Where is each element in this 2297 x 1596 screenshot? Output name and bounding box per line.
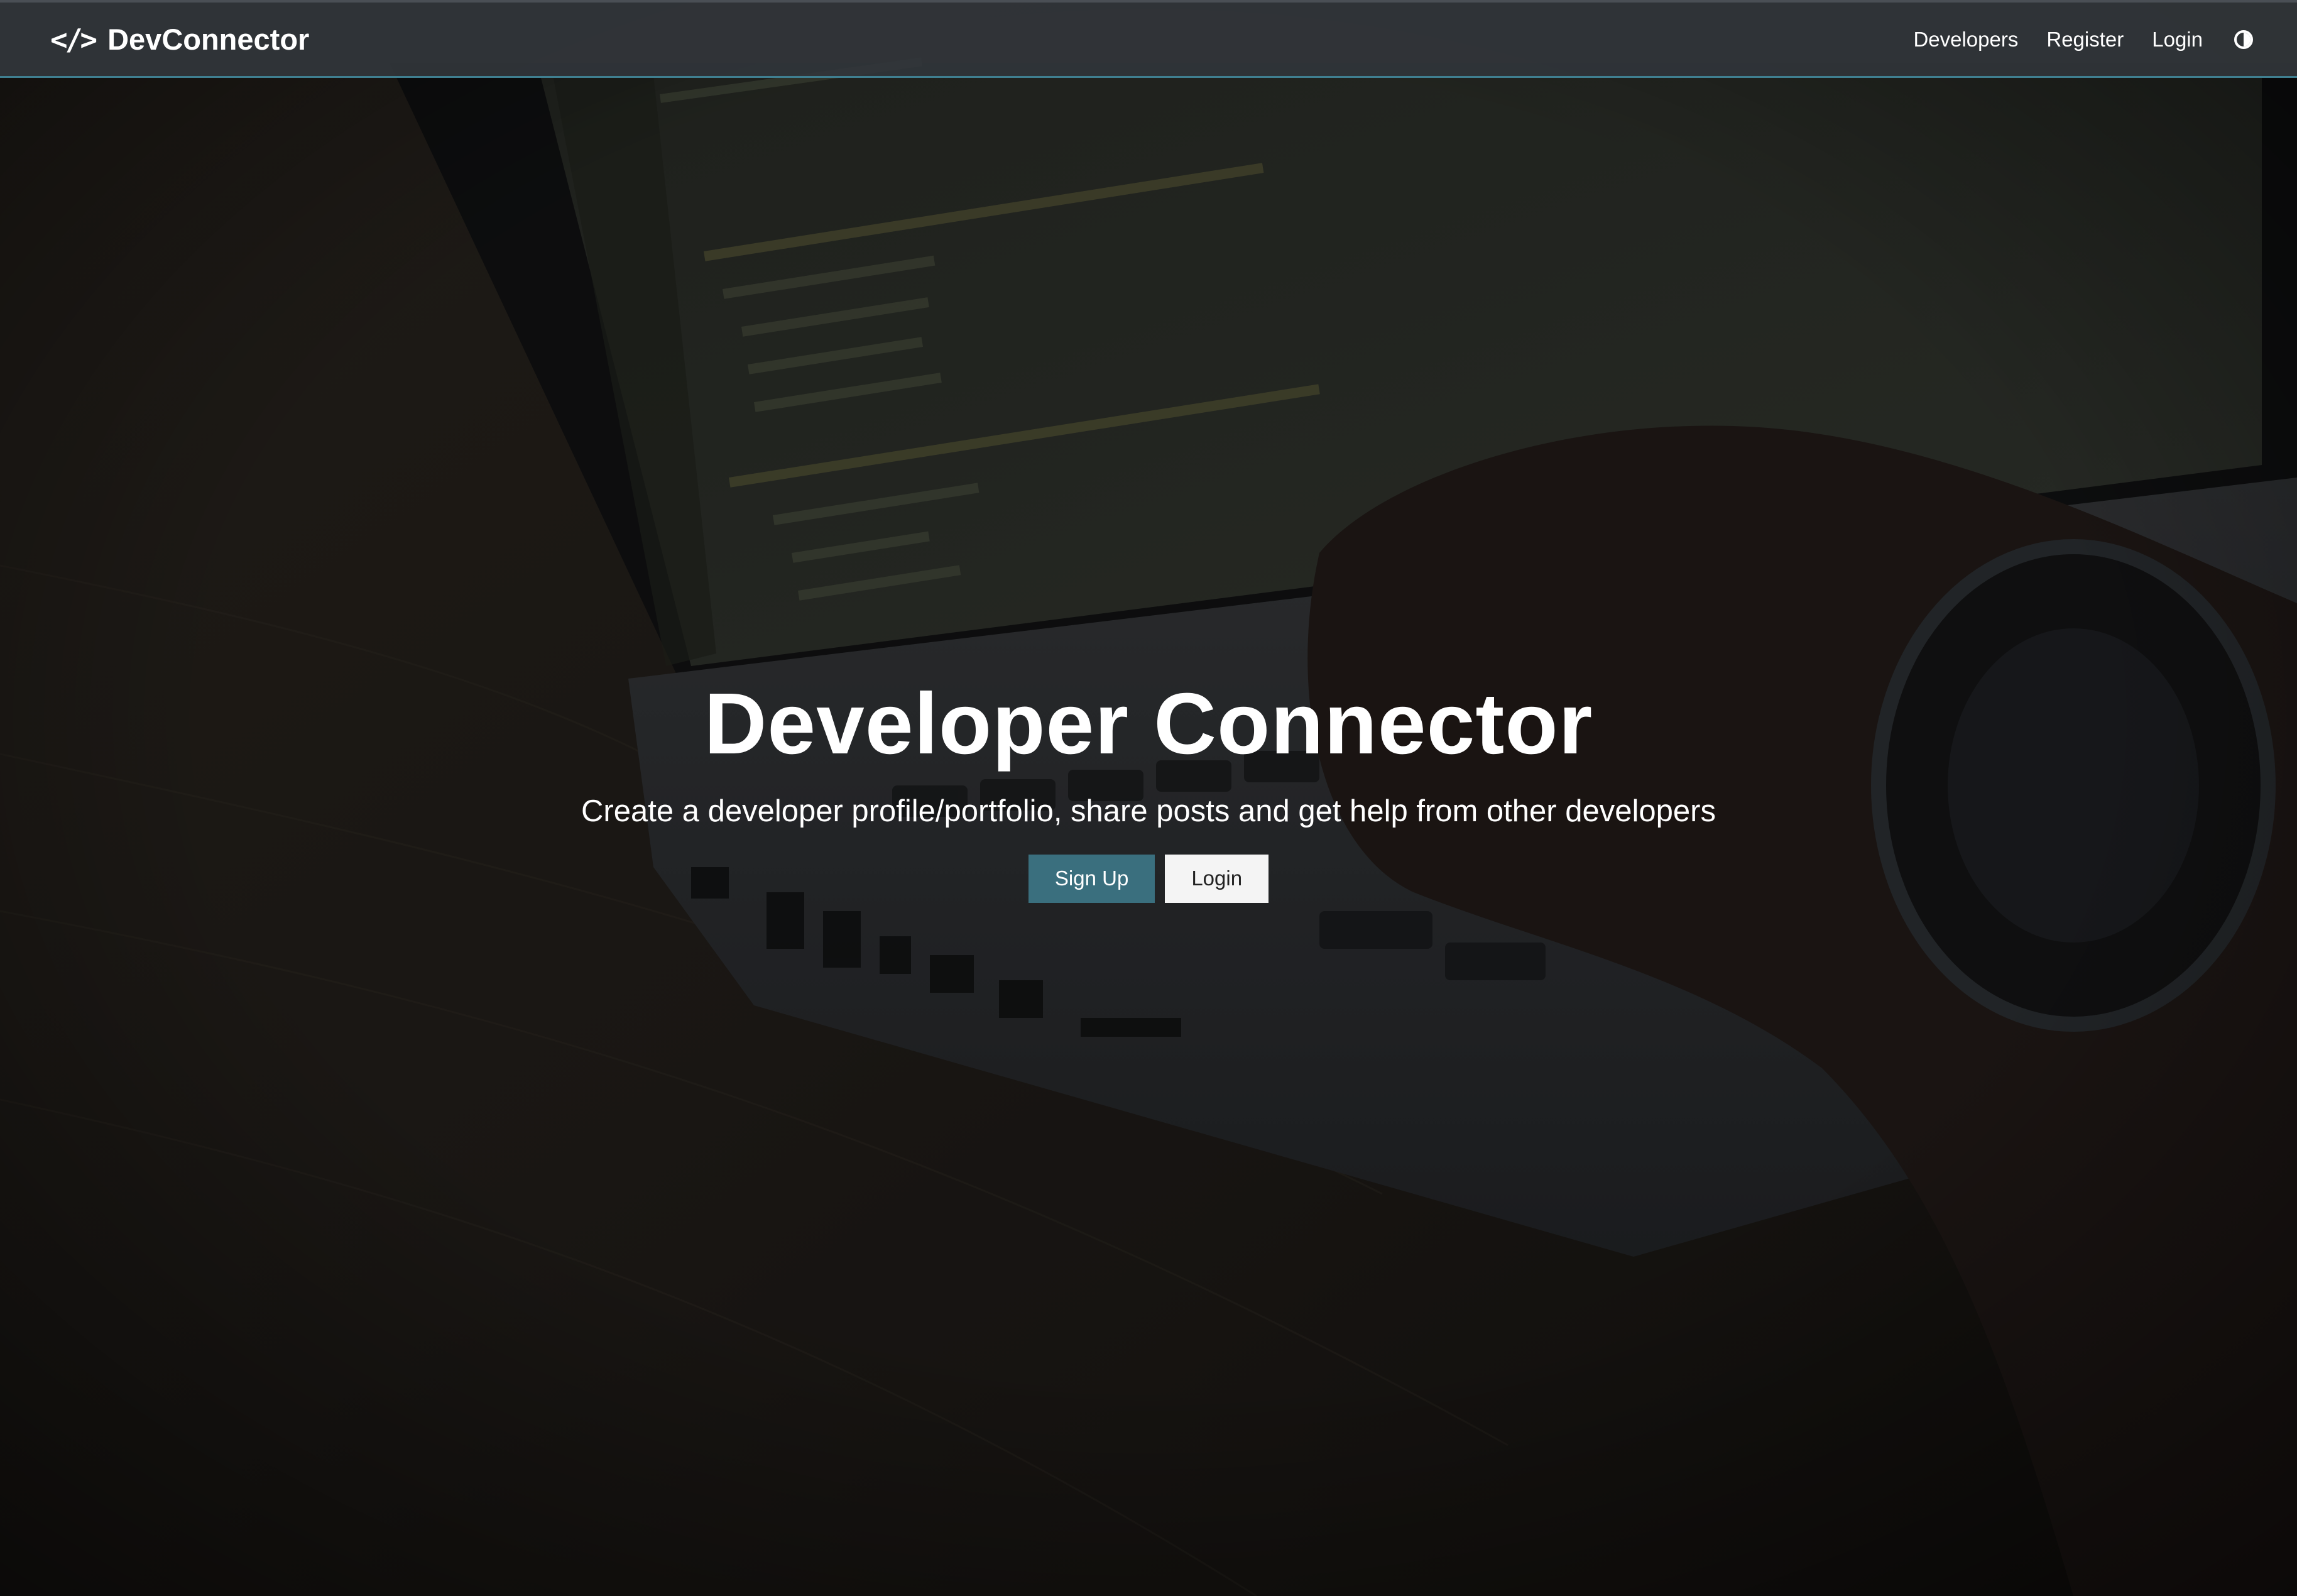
signup-button[interactable]: Sign Up xyxy=(1028,855,1155,903)
brand-name: DevConnector xyxy=(107,23,310,56)
hero-section: Developer Connector Create a developer p… xyxy=(0,672,2297,903)
nav-link-login[interactable]: Login xyxy=(2152,28,2203,52)
nav-link-register[interactable]: Register xyxy=(2046,28,2124,52)
navbar: </> DevConnector Developers Register Log… xyxy=(0,0,2297,78)
code-icon: </> xyxy=(50,22,97,57)
hero-buttons: Sign Up Login xyxy=(0,855,2297,903)
nav-links: Developers Register Login xyxy=(1885,28,2253,52)
hero-subtitle: Create a developer profile/portfolio, sh… xyxy=(581,794,1716,828)
brand-home-link[interactable]: </> DevConnector xyxy=(50,25,309,54)
hero-title: Developer Connector xyxy=(704,675,1593,772)
landing-page: </> DevConnector Developers Register Log… xyxy=(0,0,2297,1596)
nav-link-developers[interactable]: Developers xyxy=(1913,28,2018,52)
login-button[interactable]: Login xyxy=(1165,855,1269,903)
theme-toggle-icon[interactable] xyxy=(2234,30,2253,49)
